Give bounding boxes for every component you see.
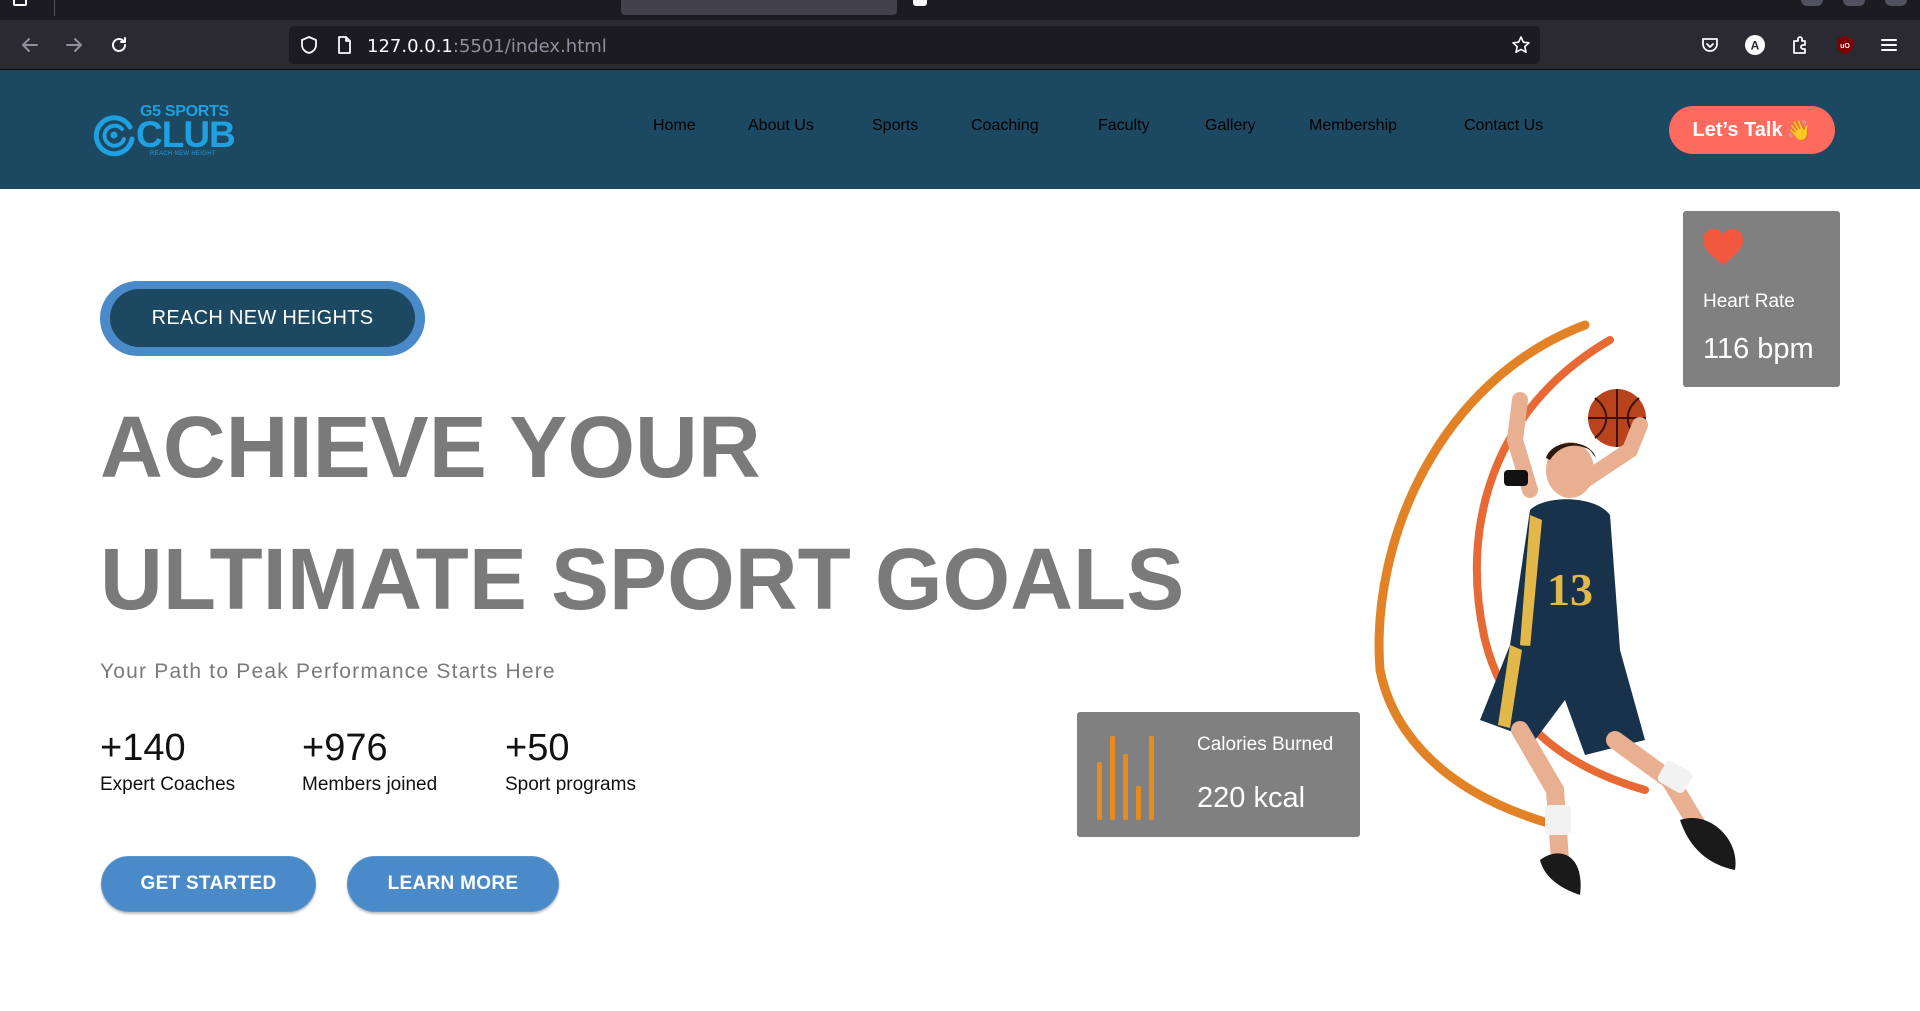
calories-card: Calories Burned 220 kcal — [1077, 712, 1360, 837]
browser-toolbar: 127.0.0.1:5501/index.html A uO — [0, 20, 1920, 70]
maximize-window-icon[interactable] — [1843, 0, 1865, 6]
heart-rate-card: Heart Rate 116 bpm — [1683, 211, 1840, 387]
nav-about-us[interactable]: About Us — [748, 117, 814, 135]
stat-coaches: +140 Expert Coaches — [100, 726, 235, 796]
heart-rate-title: Heart Rate — [1703, 291, 1795, 312]
extensions-button[interactable] — [1785, 30, 1815, 60]
menu-button[interactable] — [1874, 30, 1904, 60]
nav-faculty[interactable]: Faculty — [1098, 117, 1150, 135]
pocket-icon — [1702, 38, 1718, 52]
hero-heading-line1: ACHIEVE YOUR — [100, 399, 761, 496]
basketball-player-image: 13 — [1374, 320, 1736, 895]
tab-separator — [54, 0, 55, 16]
forward-button[interactable] — [59, 30, 89, 60]
reach-new-heights-pill[interactable]: REACH NEW HEIGHTS — [100, 281, 425, 356]
shield-icon[interactable] — [299, 35, 319, 55]
svg-text:uO: uO — [1840, 43, 1850, 50]
learn-more-button[interactable]: LEARN MORE — [347, 856, 559, 912]
logo-swirl-icon — [93, 115, 135, 157]
account-avatar-icon: A — [1745, 35, 1765, 55]
calories-value: 220 kcal — [1197, 782, 1306, 814]
stat-value: +50 — [505, 727, 570, 769]
browser-tab-strip — [0, 0, 1920, 20]
pill-label: REACH NEW HEIGHTS — [110, 289, 415, 347]
hero-subtitle: Your Path to Peak Performance Starts Her… — [100, 660, 556, 683]
url-host: 127.0.0.1 — [367, 36, 453, 57]
logo-main-text: CLUB — [136, 114, 236, 155]
account-button[interactable]: A — [1740, 30, 1770, 60]
svg-text:A: A — [1751, 39, 1760, 53]
nav-contact-us[interactable]: Contact Us — [1464, 117, 1543, 135]
club-logo[interactable]: G5 SPORTS CLUB REACH NEW HEIGHT — [92, 103, 242, 163]
tab-favicon-icon[interactable] — [913, 0, 927, 6]
svg-text:13: 13 — [1547, 564, 1593, 615]
reload-button[interactable] — [104, 30, 134, 60]
back-arrow-icon — [22, 38, 38, 52]
heart-rate-value: 116 bpm — [1703, 333, 1814, 365]
stat-label: Sport programs — [505, 774, 636, 795]
logo-tagline: REACH NEW HEIGHT — [150, 151, 216, 157]
stat-value: +140 — [100, 727, 186, 769]
waving-hand-icon: 👋 — [1786, 119, 1812, 142]
active-tab[interactable] — [621, 0, 897, 15]
url-text[interactable]: 127.0.0.1:5501/index.html — [367, 36, 607, 57]
lets-talk-button[interactable]: Let’s Talk 👋 — [1669, 106, 1835, 154]
heart-icon — [1703, 229, 1743, 265]
site-header: G5 SPORTS CLUB REACH NEW HEIGHT Home Abo… — [0, 70, 1920, 189]
stat-programs: +50 Sport programs — [505, 726, 636, 796]
ublock-button[interactable]: uO — [1830, 30, 1860, 60]
forward-arrow-icon — [66, 38, 82, 52]
nav-membership[interactable]: Membership — [1309, 117, 1397, 135]
bookmark-star-icon[interactable] — [1511, 35, 1531, 55]
stat-value: +976 — [302, 727, 388, 769]
stat-label: Expert Coaches — [100, 774, 236, 795]
nav-home[interactable]: Home — [653, 117, 696, 135]
minimize-window-icon[interactable] — [1801, 0, 1823, 6]
url-bar[interactable]: 127.0.0.1:5501/index.html — [289, 26, 1540, 64]
url-path: :5501/index.html — [452, 36, 607, 57]
hamburger-menu-icon — [1881, 39, 1897, 51]
get-started-button[interactable]: GET STARTED — [101, 856, 316, 912]
close-window-icon[interactable] — [1885, 0, 1907, 6]
stat-members: +976 Members joined — [302, 726, 437, 796]
lets-talk-label: Let’s Talk — [1692, 118, 1783, 141]
reload-icon — [112, 37, 126, 52]
nav-sports[interactable]: Sports — [872, 117, 918, 135]
ublock-shield-icon: uO — [1837, 36, 1853, 54]
calories-title: Calories Burned — [1197, 734, 1334, 755]
nav-gallery[interactable]: Gallery — [1205, 117, 1256, 135]
stat-label: Members joined — [302, 774, 438, 795]
pocket-button[interactable] — [1695, 30, 1725, 60]
back-button[interactable] — [15, 30, 45, 60]
calories-bar-chart-icon — [1095, 730, 1159, 820]
puzzle-icon — [1793, 36, 1806, 54]
tab-list-icon[interactable] — [13, 0, 27, 6]
nav-coaching[interactable]: Coaching — [971, 117, 1039, 135]
page-info-icon[interactable] — [334, 35, 354, 55]
hero-heading-line2: ULTIMATE SPORT GOALS — [100, 531, 1185, 628]
